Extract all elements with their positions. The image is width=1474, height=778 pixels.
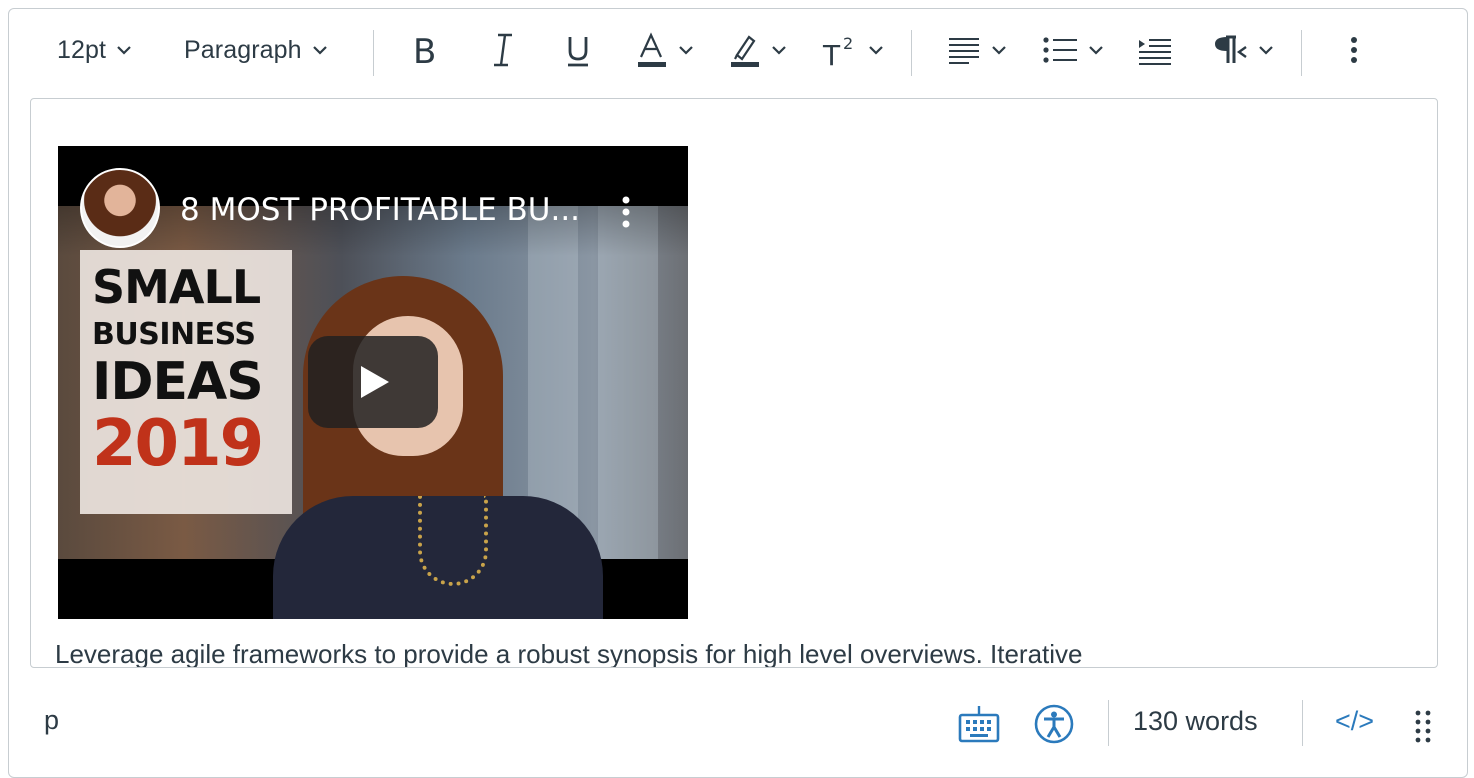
underline-button[interactable] [565,28,591,72]
accessibility-icon[interactable] [1033,703,1075,745]
editor-content-area[interactable]: SMALL BUSINESS IDEAS 2019 8 MOST PROFITA… [30,98,1438,668]
indent-button[interactable] [1137,28,1173,72]
chevron-down-icon [772,46,786,55]
svg-text:T: T [822,39,841,69]
statusbar-divider [1302,700,1303,746]
alignment-button[interactable] [947,28,1007,72]
thumbnail-title-card: SMALL BUSINESS IDEAS 2019 [80,250,292,514]
html-editor-toggle[interactable]: </> [1335,706,1374,737]
paragraph-direction-icon [1215,35,1247,63]
more-options-button[interactable] [1345,28,1363,72]
text-color-icon [638,32,666,67]
bold-icon: B [413,32,436,69]
word-count[interactable]: 130 words [1133,706,1258,737]
list-button[interactable] [1042,28,1104,72]
chevron-down-icon [312,46,327,55]
chevron-down-icon [679,46,693,55]
text-direction-button[interactable] [1212,28,1274,72]
play-button[interactable] [308,336,438,428]
italic-button[interactable] [490,28,516,72]
chevron-down-icon [869,46,883,55]
video-title[interactable]: 8 MOST PROFITABLE BU... [180,192,580,228]
bullet-list-icon [1043,37,1077,63]
svg-text:2: 2 [843,34,853,53]
chevron-down-icon [1089,46,1103,55]
statusbar-divider [1108,700,1109,746]
font-size-menu[interactable]: 12pt [57,28,132,72]
bold-button[interactable]: B [411,28,441,72]
superscript-button[interactable]: T 2 [822,28,884,72]
more-vertical-icon [1351,37,1357,63]
text-color-button[interactable] [636,28,694,72]
block-format-menu[interactable]: Paragraph [184,28,328,72]
thumbnail-line: IDEAS [92,352,264,412]
thumbnail-line: 2019 [92,407,264,481]
chevron-down-icon [992,46,1006,55]
video-more-icon[interactable] [614,194,638,230]
keyboard-icon[interactable] [958,704,1000,744]
toolbar-divider [1301,30,1302,76]
align-icon [949,38,979,64]
font-size-label: 12pt [57,35,107,64]
toolbar-divider [911,30,912,76]
chevron-down-icon [117,46,131,55]
toolbar-divider [373,30,374,76]
svg-text:B: B [413,32,436,69]
highlight-icon [731,35,759,67]
underline-icon [568,37,588,67]
superscript-icon: T 2 [822,34,853,69]
thumbnail-line: BUSINESS [92,317,256,352]
indent-icon [1139,39,1171,65]
thumbnail-line: SMALL [92,260,261,314]
embedded-video[interactable]: SMALL BUSINESS IDEAS 2019 8 MOST PROFITA… [58,146,688,619]
highlight-color-button[interactable] [729,28,787,72]
paragraph-text[interactable]: Leverage agile frameworks to provide a r… [55,639,1083,667]
italic-icon [494,33,512,67]
resize-grip-icon[interactable] [1412,708,1434,744]
channel-avatar[interactable] [80,168,160,248]
play-icon [361,366,389,398]
chevron-down-icon [1259,46,1273,55]
element-path[interactable]: p [44,705,59,736]
block-format-label: Paragraph [184,35,302,64]
